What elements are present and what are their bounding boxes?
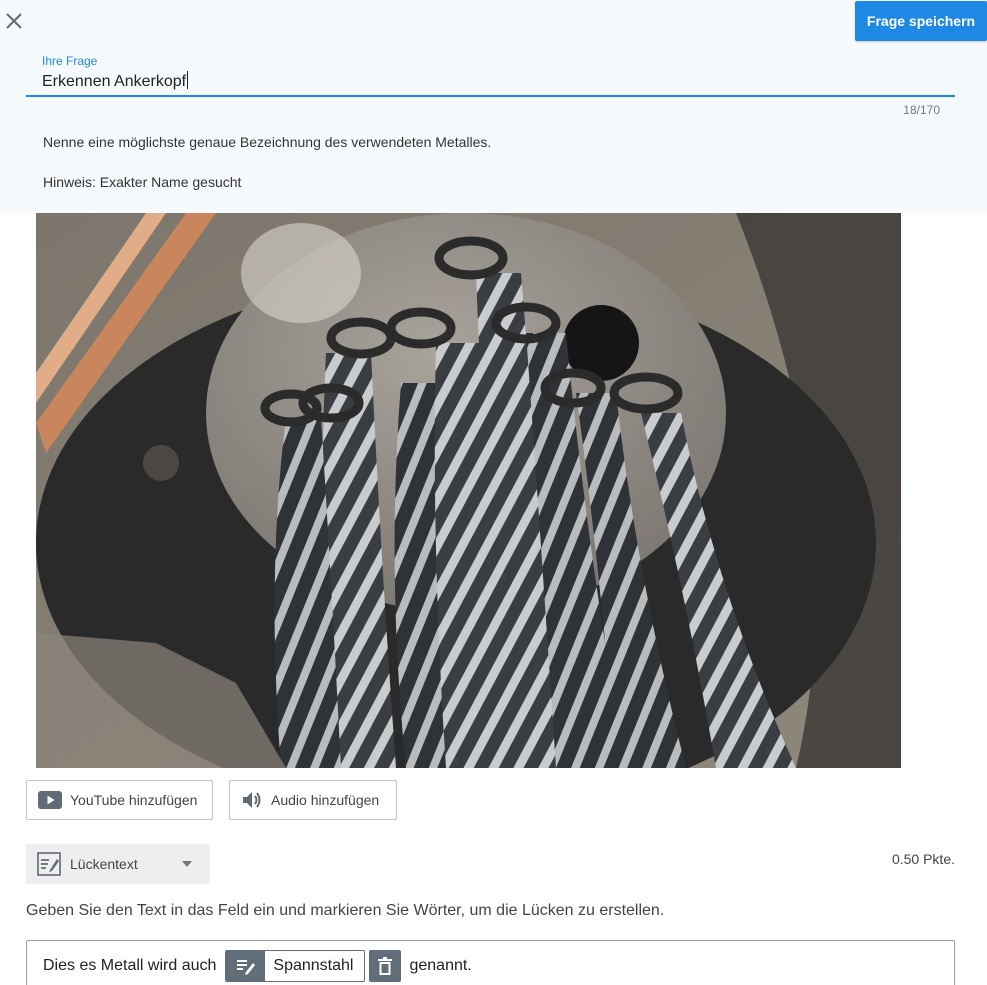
- question-type-dropdown[interactable]: Lückentext: [26, 844, 210, 884]
- gap-chip[interactable]: Spannstahl: [225, 949, 366, 982]
- edit-gap-button[interactable]: [226, 950, 266, 981]
- text-caret: [187, 71, 189, 89]
- gap-text-line: Dies es Metall wird auch Spannstahl gena…: [43, 949, 472, 982]
- question-description[interactable]: Nenne eine möglichste genaue Bezeichnung…: [43, 134, 491, 150]
- edit-gap-icon: [236, 959, 255, 975]
- gap-word: Spannstahl: [265, 950, 365, 981]
- text-before-gap: Dies es Metall wird auch: [43, 956, 217, 974]
- character-counter: 18/170: [903, 103, 940, 117]
- question-type-label: Lückentext: [70, 856, 138, 872]
- question-image[interactable]: [36, 213, 901, 768]
- gap-text-instruction: Geben Sie den Text in das Feld ein und m…: [26, 902, 665, 919]
- anchor-head-photo: [36, 213, 901, 768]
- question-input[interactable]: Erkennen Ankerkopf: [42, 71, 942, 93]
- points-value[interactable]: 0.50 Pkte.: [860, 851, 955, 867]
- close-icon: [6, 13, 22, 29]
- edit-note-icon: [37, 852, 61, 876]
- chevron-down-icon: [182, 861, 192, 867]
- trash-icon: [378, 956, 393, 975]
- gap-text-editor[interactable]: Dies es Metall wird auch Spannstahl gena…: [26, 940, 955, 985]
- add-audio-label: Audio hinzufügen: [271, 792, 380, 808]
- question-input-value: Erkennen Ankerkopf: [42, 73, 187, 90]
- close-button[interactable]: [4, 11, 24, 31]
- add-youtube-button[interactable]: YouTube hinzufügen: [26, 780, 213, 820]
- add-youtube-label: YouTube hinzufügen: [70, 792, 198, 808]
- question-header-panel: Frage speichern Ihre Frage Erkennen Anke…: [0, 0, 987, 213]
- add-audio-button[interactable]: Audio hinzufügen: [229, 780, 397, 820]
- youtube-icon: [38, 791, 62, 809]
- speaker-icon: [241, 790, 263, 810]
- delete-gap-button[interactable]: [369, 949, 402, 982]
- question-hint[interactable]: Hinweis: Exakter Name gesucht: [43, 174, 241, 190]
- text-after-gap: genannt.: [409, 956, 472, 974]
- question-field-label: Ihre Frage: [42, 54, 98, 68]
- question-input-underline: [26, 95, 955, 97]
- save-question-button[interactable]: Frage speichern: [855, 1, 987, 41]
